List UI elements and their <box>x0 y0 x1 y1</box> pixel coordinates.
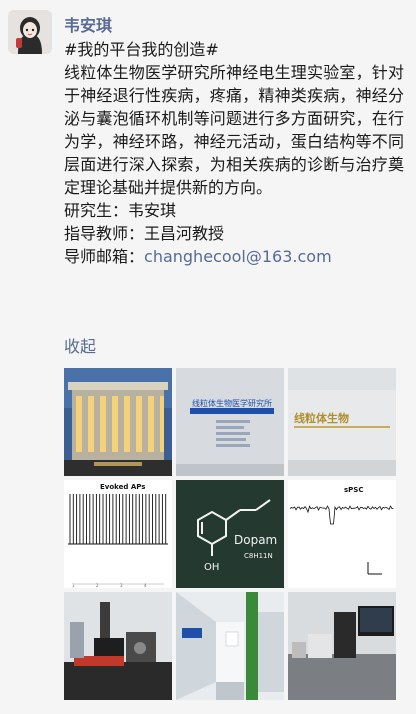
image-spsc-trace[interactable]: sPSC <box>288 480 396 588</box>
image-evoked-aps-trace[interactable]: Evoked APs 1234 <box>64 480 172 588</box>
post-body: 线粒体生物医学研究所神经电生理实验室，针对于神经退行性疾病，疼痛，精神类疾病，神… <box>64 63 404 197</box>
avatar-image <box>8 10 52 54</box>
avatar[interactable] <box>8 10 52 54</box>
dopamine-formula: C8H11N <box>244 552 273 560</box>
image-lab-corridor[interactable] <box>176 592 284 700</box>
topic-hashtag[interactable]: #我的平台我的创造# <box>64 38 404 61</box>
email-link[interactable]: changhecool@163.com <box>144 247 332 266</box>
dopamine-text: Dopam <box>234 533 277 547</box>
email-line: 导师邮箱：changhecool@163.com <box>64 245 404 268</box>
collapse-button[interactable]: 收起 <box>64 333 96 357</box>
dopamine-oh: OH <box>204 562 219 573</box>
email-label: 导师邮箱： <box>64 247 145 266</box>
image-grid: 线粒体生物医学研究所 线粒体生物 Evoked APs 1 2 3 4 OH D… <box>64 368 400 700</box>
student-line: 研究生：韦安琪 <box>64 199 404 222</box>
image-electrophysiology-rig[interactable] <box>64 592 172 700</box>
advisor-line: 指导教师：王昌河教授 <box>64 222 404 245</box>
image-institute-sign[interactable]: 线粒体生物 <box>288 368 396 476</box>
image-wall-sign[interactable]: 线粒体生物医学研究所 <box>176 368 284 476</box>
student-name: 韦安琪 <box>128 201 177 220</box>
wall-sign-text: 线粒体生物医学研究所 <box>192 398 272 408</box>
image-dopamine-chalkboard[interactable]: OH Dopam C8H11N <box>176 480 284 588</box>
trace-2-title: sPSC <box>344 486 363 494</box>
student-label: 研究生： <box>64 201 129 220</box>
image-lab-computers[interactable] <box>288 592 396 700</box>
image-building[interactable] <box>64 368 172 476</box>
advisor-name: 王昌河教授 <box>144 224 225 243</box>
svg-text:线粒体生物: 线粒体生物 <box>294 411 349 425</box>
advisor-label: 指导教师： <box>64 224 145 243</box>
author-name[interactable]: 韦安琪 <box>64 12 112 36</box>
post-content: #我的平台我的创造# 线粒体生物医学研究所神经电生理实验室，针对于神经退行性疾病… <box>64 38 404 268</box>
trace-1-title: Evoked APs <box>100 483 145 491</box>
